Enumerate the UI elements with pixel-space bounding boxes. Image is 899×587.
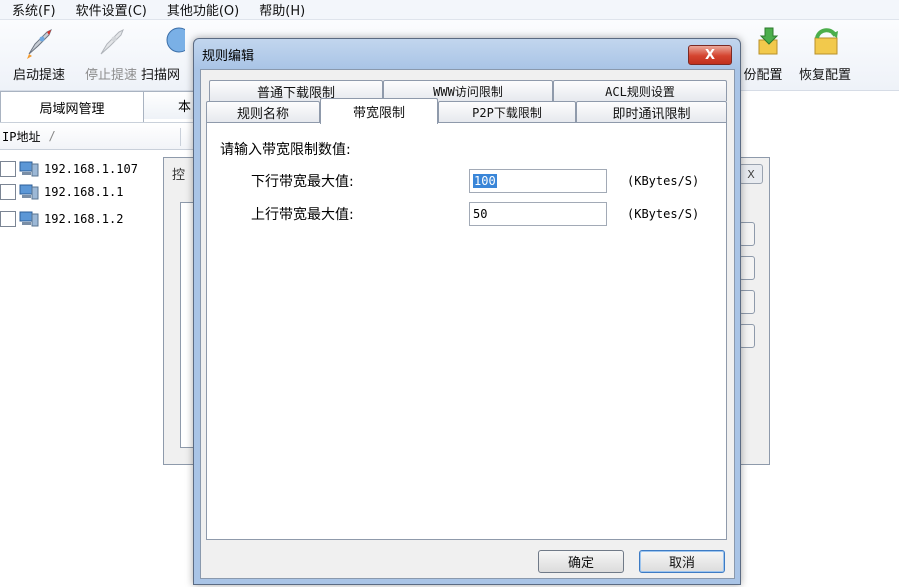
row-checkbox[interactable] bbox=[0, 184, 16, 200]
column-divider bbox=[180, 128, 181, 146]
menu-help[interactable]: 帮助(H) bbox=[259, 0, 305, 19]
uplink-max-label: 上行带宽最大值: bbox=[251, 207, 354, 223]
rocket-disabled-icon bbox=[93, 26, 129, 60]
start-speedup-button[interactable]: 启动提速 bbox=[8, 26, 70, 88]
download-box-icon bbox=[745, 26, 781, 60]
computer-icon bbox=[18, 184, 40, 200]
table-row[interactable]: 192.168.1.2 bbox=[0, 208, 123, 230]
row-checkbox[interactable] bbox=[0, 161, 16, 177]
tab-row-front: 规则名称 带宽限制 P2P下载限制 即时通讯限制 bbox=[201, 98, 734, 124]
ok-button[interactable]: 确定 bbox=[538, 550, 624, 573]
table-row[interactable]: 192.168.1.107 bbox=[0, 158, 138, 180]
tab-im-limit[interactable]: 即时通讯限制 bbox=[576, 101, 727, 122]
rocket-icon bbox=[21, 26, 57, 60]
bg-dialog-button[interactable] bbox=[739, 324, 755, 348]
menu-bar: 系统(F) 软件设置(C) 其他功能(O) 帮助(H) bbox=[0, 0, 899, 20]
menu-settings[interactable]: 软件设置(C) bbox=[76, 0, 147, 19]
bg-dialog-title: 控 bbox=[172, 168, 186, 183]
ip-address: 192.168.1.107 bbox=[44, 162, 138, 176]
tab-rule-name[interactable]: 规则名称 bbox=[206, 101, 320, 122]
menu-system[interactable]: 系统(F) bbox=[12, 0, 56, 19]
cancel-button[interactable]: 取消 bbox=[639, 550, 725, 573]
uplink-unit: (KBytes/S) bbox=[627, 207, 700, 221]
ip-column-header[interactable]: IP地址 / bbox=[0, 122, 195, 150]
dialog-body: 普通下载限制 WWW访问限制 ACL规则设置 规则名称 带宽限制 P2P下载限制… bbox=[200, 69, 735, 579]
bg-close-button[interactable]: X bbox=[739, 164, 763, 184]
bg-dialog-button[interactable] bbox=[739, 290, 755, 314]
computer-icon bbox=[18, 211, 40, 227]
tab-local[interactable]: 本 bbox=[143, 91, 195, 119]
restore-box-icon bbox=[807, 26, 843, 60]
tab-row-back: 普通下载限制 WWW访问限制 ACL规则设置 bbox=[201, 80, 734, 102]
globe-icon bbox=[149, 26, 192, 60]
ip-address: 192.168.1.1 bbox=[44, 185, 124, 199]
tab-bandwidth-limit[interactable]: 带宽限制 bbox=[320, 98, 438, 124]
bandwidth-limit-panel: 请输入带宽限制数值: 下行带宽最大值: 100 (KBytes/S) 上行带宽最… bbox=[206, 122, 727, 540]
rule-edit-dialog: 规则编辑 X 普通下载限制 WWW访问限制 ACL规则设置 规则名称 带宽限制 … bbox=[193, 38, 741, 585]
table-row[interactable]: 192.168.1.1 bbox=[0, 181, 123, 203]
uplink-max-input[interactable]: 50 bbox=[469, 202, 607, 226]
tab-acl-rule-settings[interactable]: ACL规则设置 bbox=[553, 80, 727, 101]
uplink-max-value: 50 bbox=[473, 207, 488, 221]
sort-indicator: / bbox=[48, 129, 56, 143]
row-checkbox[interactable] bbox=[0, 211, 16, 227]
backup-config-button[interactable]: 份配置 bbox=[736, 26, 790, 88]
tab-lan-management[interactable]: 局域网管理 bbox=[0, 91, 144, 122]
bg-dialog-button[interactable] bbox=[739, 256, 755, 280]
scan-network-button[interactable]: 扫描网 bbox=[141, 26, 193, 88]
downlink-max-label: 下行带宽最大值: bbox=[251, 174, 354, 190]
menu-other[interactable]: 其他功能(O) bbox=[167, 0, 239, 19]
restore-config-button[interactable]: 恢复配置 bbox=[794, 26, 856, 88]
stop-speedup-button[interactable]: 停止提速 bbox=[80, 26, 142, 88]
downlink-max-input[interactable]: 100 bbox=[469, 169, 607, 193]
dialog-title: 规则编辑 bbox=[202, 49, 255, 64]
ip-header-label: IP地址 bbox=[2, 129, 41, 144]
close-button[interactable]: X bbox=[688, 45, 732, 65]
computer-icon bbox=[18, 161, 40, 177]
downlink-max-value: 100 bbox=[473, 174, 497, 188]
bg-dialog-button[interactable] bbox=[739, 222, 755, 246]
tab-p2p-download-limit[interactable]: P2P下载限制 bbox=[438, 101, 576, 122]
ip-address: 192.168.1.2 bbox=[44, 212, 124, 226]
downlink-unit: (KBytes/S) bbox=[627, 174, 700, 188]
bandwidth-prompt: 请输入带宽限制数值: bbox=[220, 142, 351, 158]
